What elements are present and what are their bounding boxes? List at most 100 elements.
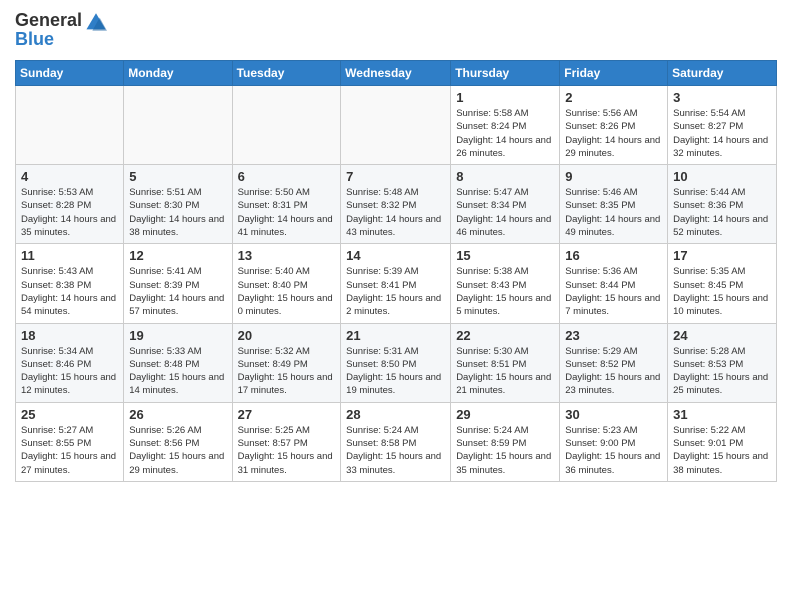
day-info: Sunrise: 5:25 AMSunset: 8:57 PMDaylight:…	[238, 424, 336, 477]
day-number: 2	[565, 90, 662, 105]
day-number: 17	[673, 248, 771, 263]
day-info: Sunrise: 5:47 AMSunset: 8:34 PMDaylight:…	[456, 186, 554, 239]
day-info: Sunrise: 5:58 AMSunset: 8:24 PMDaylight:…	[456, 107, 554, 160]
calendar-cell: 26 Sunrise: 5:26 AMSunset: 8:56 PMDayligh…	[124, 402, 232, 481]
logo-icon	[85, 11, 107, 33]
day-number: 3	[673, 90, 771, 105]
day-info: Sunrise: 5:53 AMSunset: 8:28 PMDaylight:…	[21, 186, 118, 239]
day-info: Sunrise: 5:29 AMSunset: 8:52 PMDaylight:…	[565, 345, 662, 398]
day-info: Sunrise: 5:28 AMSunset: 8:53 PMDaylight:…	[673, 345, 771, 398]
calendar-cell: 8 Sunrise: 5:47 AMSunset: 8:34 PMDaylight…	[451, 165, 560, 244]
calendar-cell: 2 Sunrise: 5:56 AMSunset: 8:26 PMDaylight…	[560, 86, 668, 165]
day-info: Sunrise: 5:26 AMSunset: 8:56 PMDaylight:…	[129, 424, 226, 477]
calendar-cell	[232, 86, 341, 165]
day-number: 7	[346, 169, 445, 184]
calendar-cell: 16Sunrise: 5:36 AMSunset: 8:44 PMDayligh…	[560, 244, 668, 323]
calendar-cell: 3 Sunrise: 5:54 AMSunset: 8:27 PMDaylight…	[668, 86, 777, 165]
calendar-cell: 31Sunrise: 5:22 AMSunset: 9:01 PMDayligh…	[668, 402, 777, 481]
calendar-week-row: 18Sunrise: 5:34 AMSunset: 8:46 PMDayligh…	[16, 323, 777, 402]
calendar-cell: 13Sunrise: 5:40 AMSunset: 8:40 PMDayligh…	[232, 244, 341, 323]
calendar-cell: 23 Sunrise: 5:29 AMSunset: 8:52 PMDayligh…	[560, 323, 668, 402]
calendar-cell: 21 Sunrise: 5:31 AMSunset: 8:50 PMDayligh…	[341, 323, 451, 402]
calendar-week-row: 25 Sunrise: 5:27 AMSunset: 8:55 PMDayligh…	[16, 402, 777, 481]
calendar-cell: 4 Sunrise: 5:53 AMSunset: 8:28 PMDaylight…	[16, 165, 124, 244]
logo: General Blue	[15, 10, 107, 50]
calendar-header-row: SundayMondayTuesdayWednesdayThursdayFrid…	[16, 61, 777, 86]
logo-general: General	[15, 10, 82, 31]
calendar-cell: 9 Sunrise: 5:46 AMSunset: 8:35 PMDaylight…	[560, 165, 668, 244]
calendar-cell: 1 Sunrise: 5:58 AMSunset: 8:24 PMDaylight…	[451, 86, 560, 165]
calendar-week-row: 1 Sunrise: 5:58 AMSunset: 8:24 PMDaylight…	[16, 86, 777, 165]
day-info: Sunrise: 5:56 AMSunset: 8:26 PMDaylight:…	[565, 107, 662, 160]
day-number: 5	[129, 169, 226, 184]
day-number: 21	[346, 328, 445, 343]
calendar-week-row: 11 Sunrise: 5:43 AMSunset: 8:38 PMDayligh…	[16, 244, 777, 323]
calendar-cell: 6 Sunrise: 5:50 AMSunset: 8:31 PMDaylight…	[232, 165, 341, 244]
day-number: 10	[673, 169, 771, 184]
calendar-cell: 25 Sunrise: 5:27 AMSunset: 8:55 PMDayligh…	[16, 402, 124, 481]
day-number: 6	[238, 169, 336, 184]
header: General Blue	[15, 10, 777, 50]
calendar-cell: 27Sunrise: 5:25 AMSunset: 8:57 PMDayligh…	[232, 402, 341, 481]
day-info: Sunrise: 5:54 AMSunset: 8:27 PMDaylight:…	[673, 107, 771, 160]
calendar-cell	[16, 86, 124, 165]
day-info: Sunrise: 5:27 AMSunset: 8:55 PMDaylight:…	[21, 424, 118, 477]
day-info: Sunrise: 5:38 AMSunset: 8:43 PMDaylight:…	[456, 265, 554, 318]
day-info: Sunrise: 5:36 AMSunset: 8:44 PMDaylight:…	[565, 265, 662, 318]
day-info: Sunrise: 5:24 AMSunset: 8:58 PMDaylight:…	[346, 424, 445, 477]
day-number: 1	[456, 90, 554, 105]
day-info: Sunrise: 5:24 AMSunset: 8:59 PMDaylight:…	[456, 424, 554, 477]
day-number: 8	[456, 169, 554, 184]
day-number: 26	[129, 407, 226, 422]
day-info: Sunrise: 5:44 AMSunset: 8:36 PMDaylight:…	[673, 186, 771, 239]
day-number: 15	[456, 248, 554, 263]
day-info: Sunrise: 5:23 AMSunset: 9:00 PMDaylight:…	[565, 424, 662, 477]
day-info: Sunrise: 5:51 AMSunset: 8:30 PMDaylight:…	[129, 186, 226, 239]
day-info: Sunrise: 5:40 AMSunset: 8:40 PMDaylight:…	[238, 265, 336, 318]
calendar-cell: 18Sunrise: 5:34 AMSunset: 8:46 PMDayligh…	[16, 323, 124, 402]
day-number: 20	[238, 328, 336, 343]
weekday-header: Tuesday	[232, 61, 341, 86]
calendar-week-row: 4 Sunrise: 5:53 AMSunset: 8:28 PMDaylight…	[16, 165, 777, 244]
day-info: Sunrise: 5:34 AMSunset: 8:46 PMDaylight:…	[21, 345, 118, 398]
day-info: Sunrise: 5:22 AMSunset: 9:01 PMDaylight:…	[673, 424, 771, 477]
calendar-cell: 29 Sunrise: 5:24 AMSunset: 8:59 PMDayligh…	[451, 402, 560, 481]
day-info: Sunrise: 5:46 AMSunset: 8:35 PMDaylight:…	[565, 186, 662, 239]
calendar-cell: 15 Sunrise: 5:38 AMSunset: 8:43 PMDayligh…	[451, 244, 560, 323]
calendar-cell: 20 Sunrise: 5:32 AMSunset: 8:49 PMDayligh…	[232, 323, 341, 402]
day-number: 12	[129, 248, 226, 263]
day-number: 24	[673, 328, 771, 343]
day-info: Sunrise: 5:41 AMSunset: 8:39 PMDaylight:…	[129, 265, 226, 318]
weekday-header: Thursday	[451, 61, 560, 86]
day-info: Sunrise: 5:39 AMSunset: 8:41 PMDaylight:…	[346, 265, 445, 318]
calendar-cell: 10 Sunrise: 5:44 AMSunset: 8:36 PMDayligh…	[668, 165, 777, 244]
day-number: 23	[565, 328, 662, 343]
calendar-cell: 28 Sunrise: 5:24 AMSunset: 8:58 PMDayligh…	[341, 402, 451, 481]
day-number: 30	[565, 407, 662, 422]
day-info: Sunrise: 5:50 AMSunset: 8:31 PMDaylight:…	[238, 186, 336, 239]
day-info: Sunrise: 5:35 AMSunset: 8:45 PMDaylight:…	[673, 265, 771, 318]
day-info: Sunrise: 5:32 AMSunset: 8:49 PMDaylight:…	[238, 345, 336, 398]
calendar-cell: 30 Sunrise: 5:23 AMSunset: 9:00 PMDayligh…	[560, 402, 668, 481]
day-number: 29	[456, 407, 554, 422]
day-number: 11	[21, 248, 118, 263]
page: General Blue SundayMondayTuesdayWednesda…	[0, 0, 792, 497]
day-number: 14	[346, 248, 445, 263]
day-number: 25	[21, 407, 118, 422]
calendar-cell	[341, 86, 451, 165]
calendar-cell: 5 Sunrise: 5:51 AMSunset: 8:30 PMDaylight…	[124, 165, 232, 244]
day-number: 28	[346, 407, 445, 422]
calendar-cell: 24 Sunrise: 5:28 AMSunset: 8:53 PMDayligh…	[668, 323, 777, 402]
weekday-header: Sunday	[16, 61, 124, 86]
day-number: 9	[565, 169, 662, 184]
day-number: 19	[129, 328, 226, 343]
calendar-cell: 19Sunrise: 5:33 AMSunset: 8:48 PMDayligh…	[124, 323, 232, 402]
day-number: 4	[21, 169, 118, 184]
day-info: Sunrise: 5:48 AMSunset: 8:32 PMDaylight:…	[346, 186, 445, 239]
day-info: Sunrise: 5:43 AMSunset: 8:38 PMDaylight:…	[21, 265, 118, 318]
calendar-cell: 12 Sunrise: 5:41 AMSunset: 8:39 PMDayligh…	[124, 244, 232, 323]
weekday-header: Friday	[560, 61, 668, 86]
day-info: Sunrise: 5:31 AMSunset: 8:50 PMDaylight:…	[346, 345, 445, 398]
calendar-cell: 22Sunrise: 5:30 AMSunset: 8:51 PMDayligh…	[451, 323, 560, 402]
calendar-cell	[124, 86, 232, 165]
